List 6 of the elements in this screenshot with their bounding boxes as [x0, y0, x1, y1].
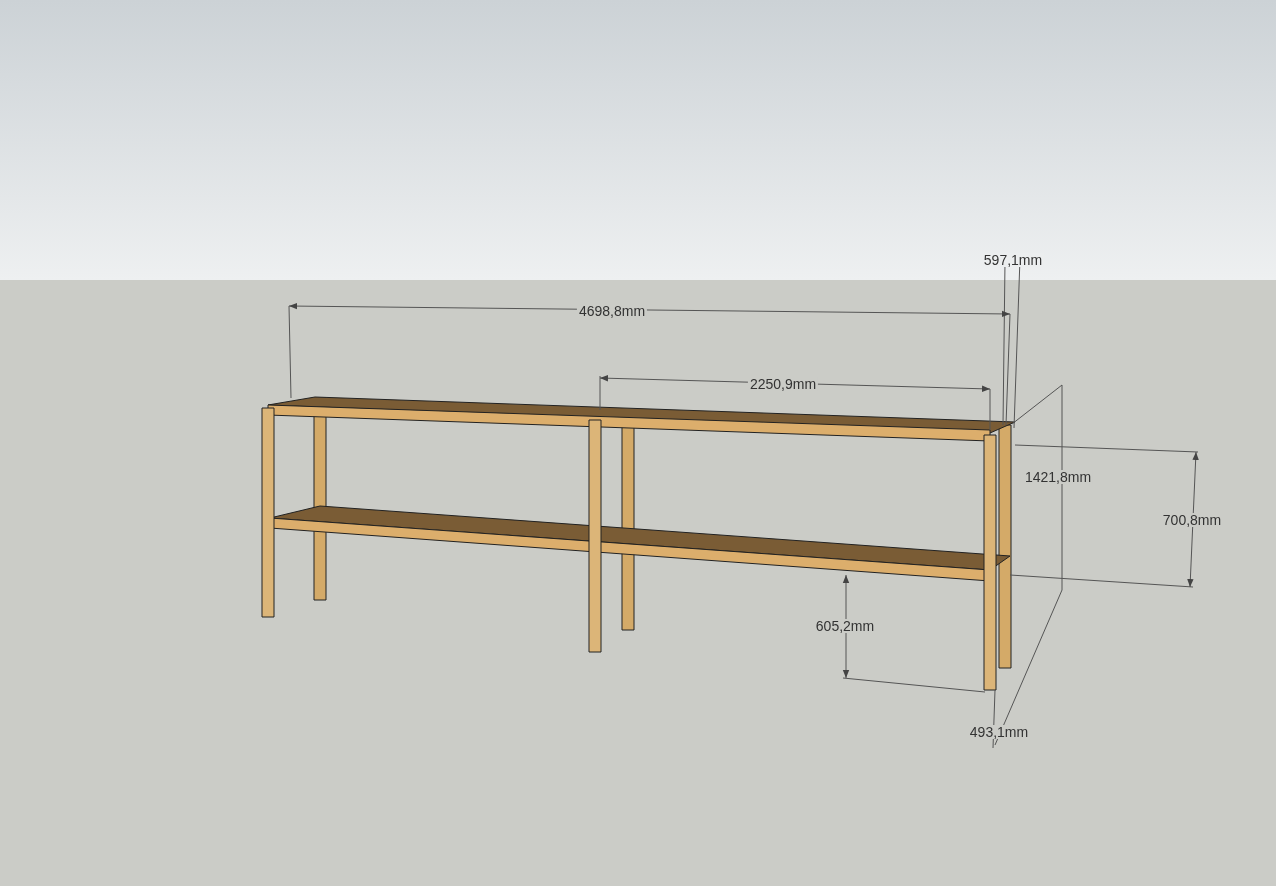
dimension-label: 597,1mm [981, 253, 1045, 267]
dimension-label: 2250,9mm [747, 377, 819, 391]
dimension-label: 4698,8mm [576, 304, 648, 318]
dimension-label: 493,1mm [967, 725, 1031, 739]
dimension-label: 605,2mm [813, 619, 877, 633]
dimension-label: 700,8mm [1160, 513, 1224, 527]
